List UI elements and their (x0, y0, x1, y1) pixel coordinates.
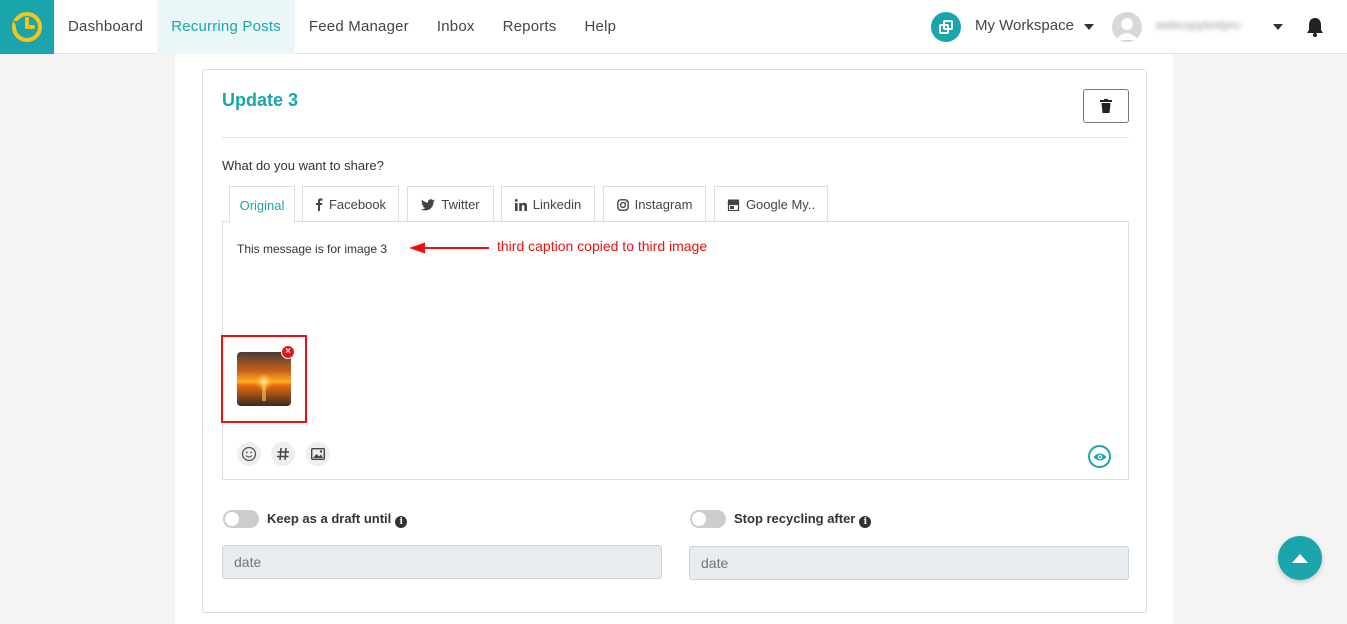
update-card: Update 3 What do you want to share? Orig… (202, 69, 1147, 613)
card-title: Update 3 (222, 90, 299, 110)
preview-eye-icon[interactable] (1088, 445, 1111, 468)
info-icon[interactable]: i (395, 516, 408, 528)
avatar[interactable] (1112, 12, 1142, 42)
nav-dashboard[interactable]: Dashboard (54, 0, 157, 54)
delete-update-button[interactable] (1083, 89, 1129, 123)
emoji-icon[interactable] (237, 442, 261, 466)
tab-original[interactable]: Original (229, 186, 295, 223)
tab-label: Facebook (328, 197, 387, 212)
clock-logo-icon (12, 12, 42, 42)
workspace-switch-icon[interactable] (931, 12, 961, 42)
attached-image-thumbnail[interactable] (237, 352, 291, 406)
linkedin-icon (514, 198, 527, 211)
sunset-image (237, 352, 291, 406)
divider (222, 137, 1129, 138)
hashtag-icon[interactable] (271, 442, 295, 466)
draft-option: Keep as a draft until i (267, 511, 408, 528)
workspace-chevron-down-icon[interactable] (1084, 24, 1094, 30)
tab-twitter[interactable]: Twitter (407, 186, 494, 222)
app-logo[interactable] (0, 0, 54, 54)
draft-date-input[interactable] (222, 545, 662, 579)
message-text[interactable]: This message is for image 3 (237, 242, 387, 256)
top-navigation-bar: Dashboard Recurring Posts Feed Manager I… (0, 0, 1347, 54)
image-icon[interactable] (306, 442, 330, 466)
info-icon[interactable]: i (859, 516, 872, 528)
tab-google-my-business[interactable]: Google My.. (714, 186, 828, 222)
facebook-icon (315, 198, 323, 211)
workspace-selector[interactable]: My Workspace (975, 17, 1074, 34)
tab-linkedin[interactable]: Linkedin (501, 186, 595, 222)
message-editor[interactable]: This message is for image 3 third captio… (221, 221, 1129, 480)
tab-label: Original (239, 197, 285, 213)
draft-toggle[interactable] (223, 510, 259, 528)
nav-inbox[interactable]: Inbox (423, 0, 489, 54)
main-nav: Dashboard Recurring Posts Feed Manager I… (54, 0, 630, 54)
user-name[interactable]: webcopytextpro (1156, 18, 1240, 32)
draft-label: Keep as a draft until (267, 511, 392, 526)
nav-help[interactable]: Help (571, 0, 631, 54)
tab-label: Instagram (634, 197, 693, 212)
twitter-icon (421, 198, 436, 210)
tab-label: Linkedin (532, 197, 582, 212)
stop-recycling-toggle[interactable] (690, 510, 726, 528)
bell-icon[interactable] (1306, 17, 1324, 42)
user-chevron-down-icon[interactable] (1273, 24, 1283, 30)
annotation-arrow-icon (409, 242, 489, 254)
tab-facebook[interactable]: Facebook (302, 186, 399, 222)
tab-instagram[interactable]: Instagram (603, 186, 706, 222)
remove-image-icon[interactable]: × (281, 345, 295, 359)
chevron-up-icon (1292, 554, 1308, 563)
share-label: What do you want to share? (222, 158, 384, 173)
nav-feed-manager[interactable]: Feed Manager (295, 0, 423, 54)
google-my-business-icon (727, 199, 740, 211)
stop-recycling-label: Stop recycling after (734, 511, 856, 526)
tab-label: Twitter (441, 197, 480, 212)
tab-label: Google My.. (745, 197, 816, 212)
stop-recycling-option: Stop recycling after i (734, 511, 872, 528)
annotation-text: third caption copied to third image (497, 238, 708, 254)
scroll-to-top-button[interactable] (1278, 536, 1322, 580)
trash-icon (1100, 99, 1112, 113)
instagram-icon (616, 198, 629, 211)
nav-reports[interactable]: Reports (489, 0, 571, 54)
stop-recycling-date-input[interactable] (689, 546, 1129, 580)
nav-recurring-posts[interactable]: Recurring Posts (157, 0, 295, 54)
